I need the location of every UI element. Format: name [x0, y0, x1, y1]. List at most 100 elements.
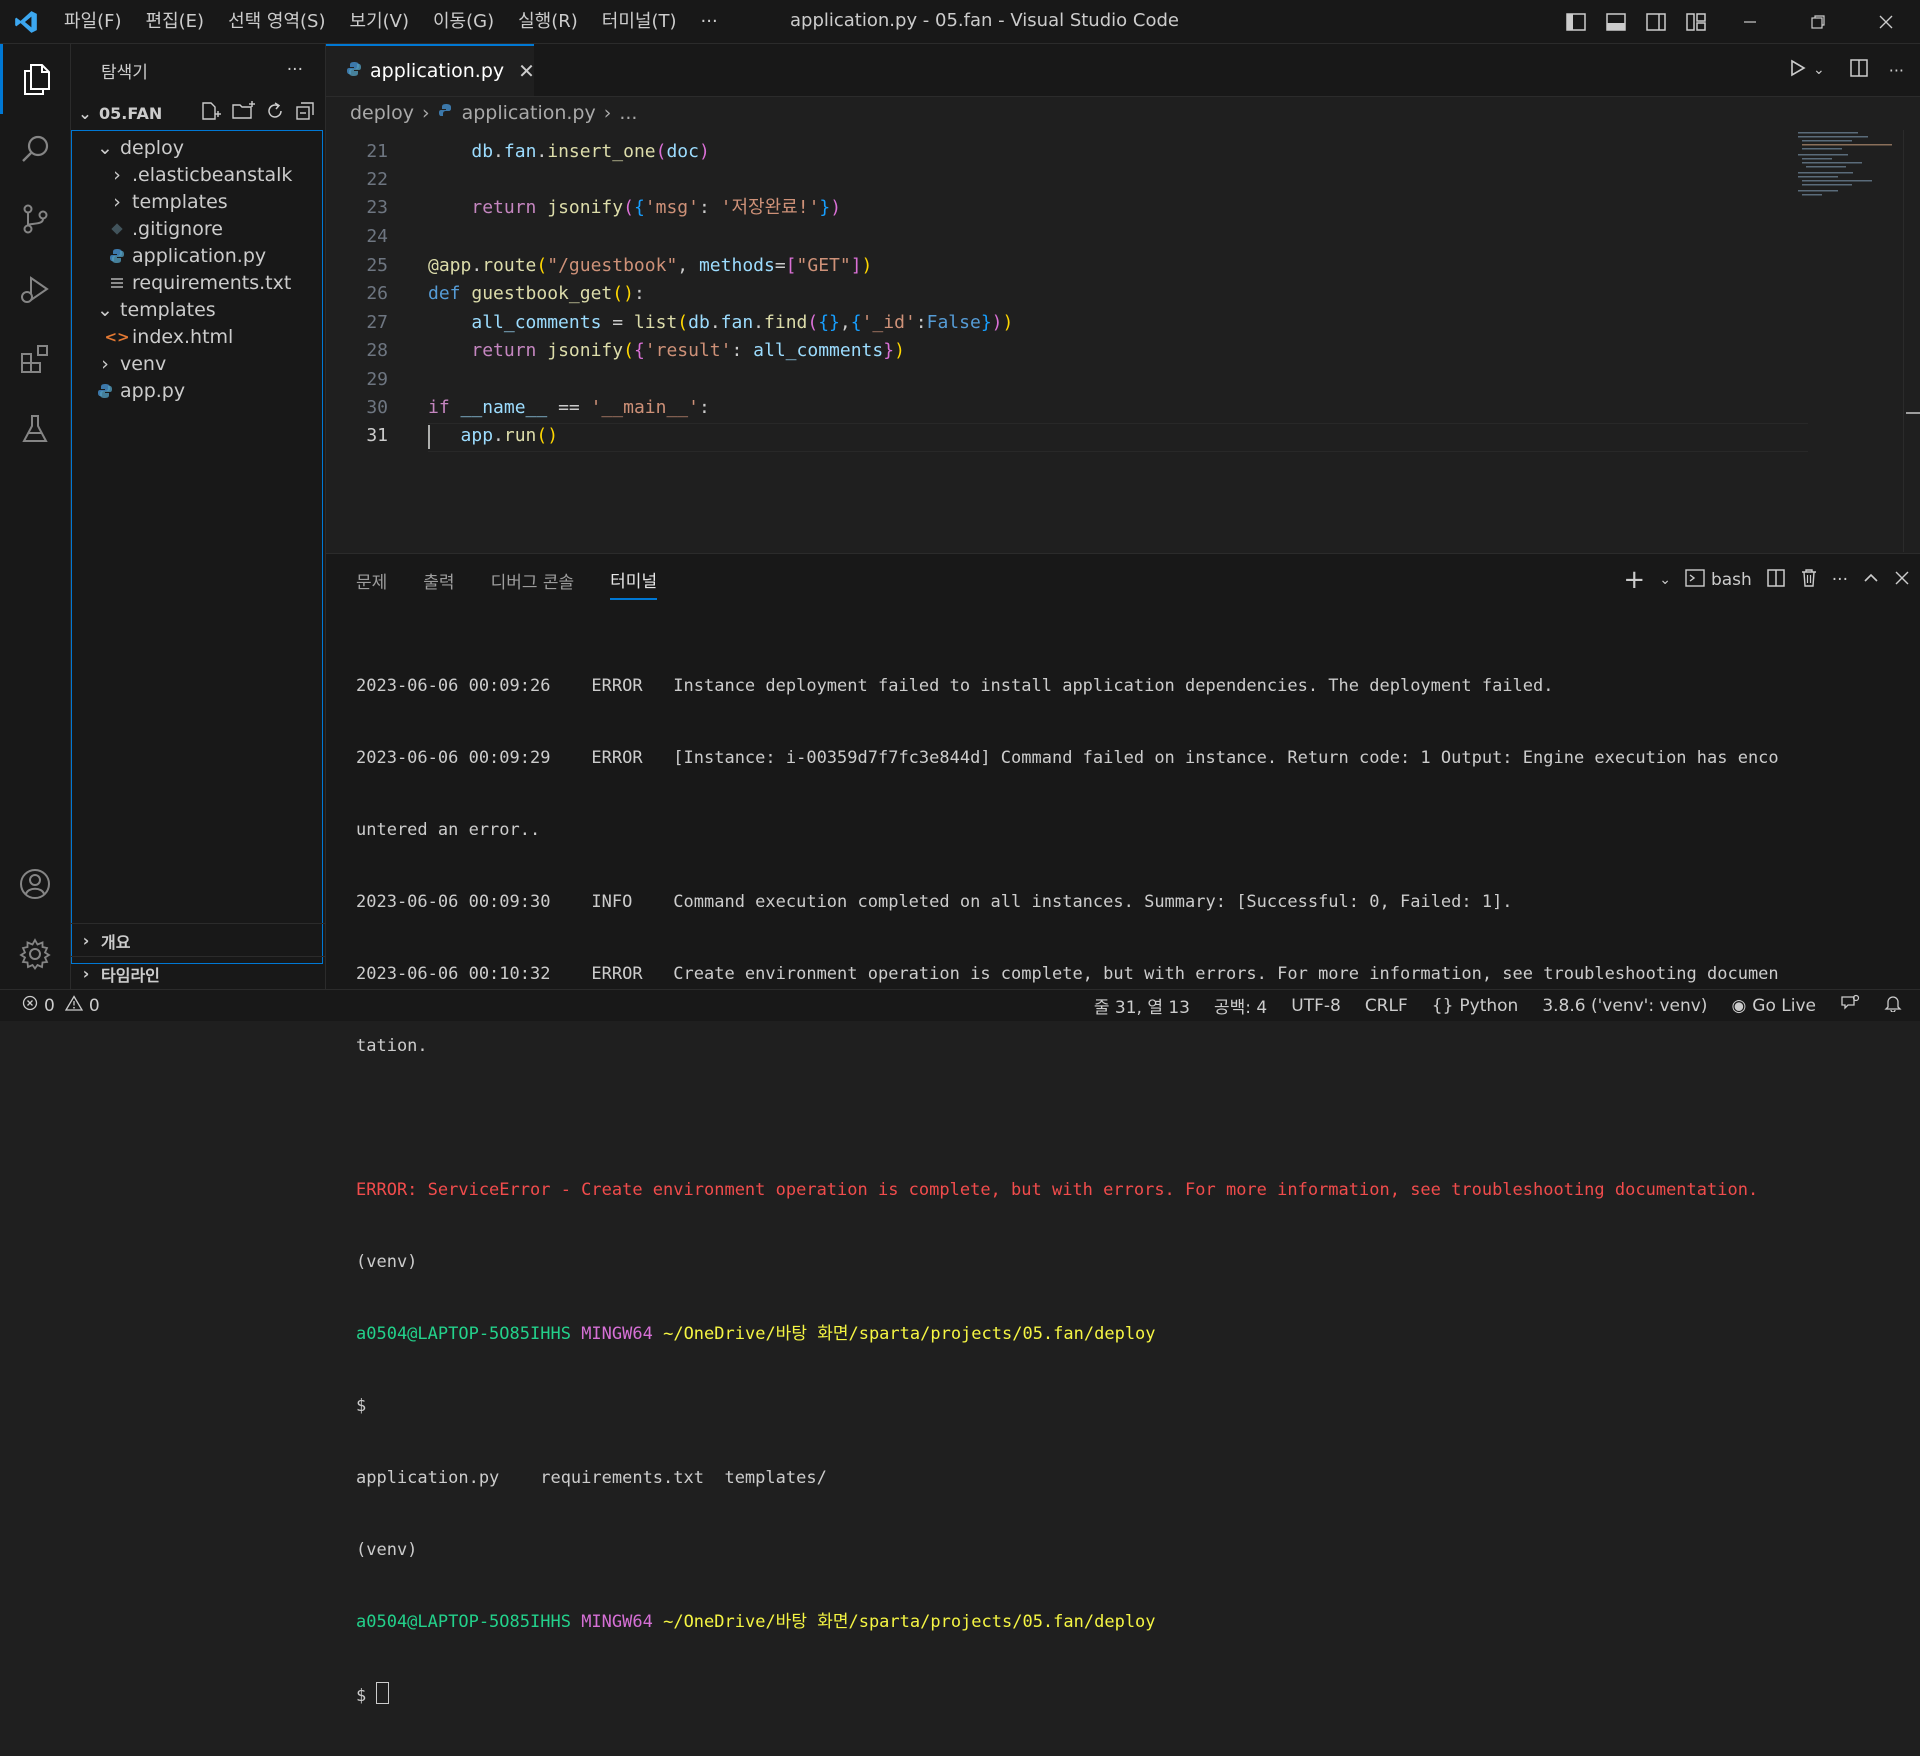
code-editor[interactable]: 21 22 23 24 25 26 27 28 29 30 31 db.fan.… — [326, 130, 1920, 552]
status-bar: 0 0 줄 31, 열 13 공백: 4 UTF-8 CRLF {} Python… — [0, 989, 1920, 1021]
warning-count: 0 — [88, 995, 100, 1016]
menu-terminal[interactable]: 터미널(T) — [590, 0, 689, 43]
chevron-right-icon: › — [421, 102, 430, 124]
code-line: all_comments = list(db.fan.find({},{'_id… — [471, 312, 1014, 333]
close-panel-icon[interactable] — [1894, 570, 1910, 591]
tab-problems[interactable]: 문제 — [356, 562, 387, 599]
menu-view[interactable]: 보기(V) — [338, 0, 421, 43]
tab-application-py[interactable]: application.py ✕ — [326, 44, 535, 96]
more-actions-button[interactable]: ··· — [1832, 570, 1848, 590]
run-debug-icon[interactable] — [0, 254, 70, 324]
chevron-right-icon: › — [603, 102, 612, 124]
outline-section[interactable]: › 개요 — [71, 923, 325, 957]
breadcrumb-file[interactable]: application.py — [462, 102, 596, 124]
workspace-folder-name: 05.FAN — [99, 103, 163, 123]
minimap[interactable] — [1794, 130, 1904, 552]
search-icon[interactable] — [0, 114, 70, 184]
workspace-folder-header[interactable]: ⌄ 05.FAN — [71, 96, 325, 130]
explorer-more-button[interactable]: ··· — [287, 60, 303, 80]
menu-file[interactable]: 파일(F) — [52, 0, 134, 43]
terminal-input-line[interactable]: $ — [356, 1682, 1916, 1708]
tree-item-app-py[interactable]: app.py — [72, 374, 344, 407]
menu-go[interactable]: 이동(G) — [421, 0, 506, 43]
current-line-highlight — [428, 423, 1808, 452]
cursor-position[interactable]: 줄 31, 열 13 — [1094, 993, 1190, 1018]
terminal-prompt: a0504@LAPTOP-5O85IHHS MINGW64 ~/OneDrive… — [356, 1324, 1156, 1344]
collapse-all-icon[interactable] — [295, 101, 315, 125]
toggle-primary-sidebar-icon[interactable] — [1556, 0, 1596, 43]
trash-icon[interactable] — [1800, 568, 1818, 593]
text-file-icon — [106, 276, 128, 290]
code-line: db.fan.insert_one(doc) — [471, 141, 710, 162]
terminal-cursor — [376, 1682, 390, 1704]
split-editor-icon[interactable] — [1837, 58, 1881, 82]
problems-status[interactable]: 0 0 — [0, 995, 100, 1016]
menu-edit[interactable]: 편집(E) — [134, 0, 217, 43]
close-tab-icon[interactable]: ✕ — [518, 59, 535, 83]
python-interpreter[interactable]: 3.8.6 ('venv': venv) — [1542, 996, 1707, 1016]
chevron-down-icon[interactable]: ⌄ — [1659, 572, 1671, 588]
bottom-panel: 문제 출력 디버그 콘솔 터미널 + ⌄ bash ··· 2023-06-06… — [326, 553, 1920, 1706]
indentation[interactable]: 공백: 4 — [1214, 993, 1267, 1018]
new-terminal-icon[interactable]: + — [1623, 567, 1645, 593]
terminal-line: untered an error.. — [356, 820, 541, 840]
tab-output[interactable]: 출력 — [423, 562, 454, 599]
extensions-icon[interactable] — [0, 324, 70, 394]
line-number: 24 — [366, 226, 388, 247]
run-python-file-icon[interactable] — [1783, 58, 1811, 82]
terminal-line: (venv) — [356, 1540, 418, 1560]
tab-debug-console[interactable]: 디버그 콘솔 — [491, 562, 575, 599]
restore-icon[interactable] — [1784, 0, 1852, 43]
toggle-panel-icon[interactable] — [1596, 0, 1636, 43]
new-folder-icon[interactable] — [231, 101, 255, 125]
chevron-right-icon: › — [82, 964, 90, 983]
settings-gear-icon[interactable] — [0, 919, 70, 989]
line-number: 26 — [366, 283, 388, 304]
end-of-line[interactable]: CRLF — [1365, 996, 1408, 1016]
accounts-icon[interactable] — [0, 849, 70, 919]
terminal-error-line: ERROR: ServiceError - Create environment… — [356, 1180, 1759, 1200]
tab-terminal[interactable]: 터미널 — [610, 561, 658, 600]
language-mode[interactable]: {} Python — [1432, 996, 1519, 1016]
menu-run[interactable]: 실행(R) — [506, 0, 590, 43]
line-number: 28 — [366, 340, 388, 361]
code-line: return jsonify({'msg': '저장완료!'}) — [471, 197, 842, 218]
menu-selection[interactable]: 선택 영역(S) — [216, 0, 337, 43]
more-actions-button[interactable]: ··· — [1881, 61, 1920, 80]
terminal-line: 2023-06-06 00:10:32 ERROR Create environ… — [356, 964, 1779, 984]
editor-scrollbar[interactable] — [1903, 130, 1920, 552]
terminal-prompt: a0504@LAPTOP-5O85IHHS MINGW64 ~/OneDrive… — [356, 1612, 1156, 1632]
terminal-output[interactable]: 2023-06-06 00:09:26 ERROR Instance deplo… — [356, 626, 1916, 1756]
refresh-icon[interactable] — [265, 101, 285, 125]
customize-layout-icon[interactable] — [1676, 0, 1716, 43]
line-number: 22 — [366, 169, 388, 190]
new-file-icon[interactable] — [199, 101, 221, 125]
activity-bar — [0, 44, 71, 989]
encoding[interactable]: UTF-8 — [1291, 996, 1341, 1016]
timeline-section[interactable]: › 타임라인 — [71, 956, 325, 990]
chevron-down-icon: ⌄ — [78, 103, 92, 123]
maximize-panel-icon[interactable] — [1862, 569, 1880, 592]
terminal-shell-selector[interactable]: bash — [1685, 568, 1752, 593]
minimize-icon[interactable] — [1716, 0, 1784, 43]
testing-icon[interactable] — [0, 394, 70, 464]
breadcrumb-deploy[interactable]: deploy — [350, 102, 414, 124]
toggle-secondary-sidebar-icon[interactable] — [1636, 0, 1676, 43]
feedback-icon[interactable] — [1840, 994, 1860, 1017]
go-live-button[interactable]: ◉ Go Live — [1731, 996, 1816, 1016]
broadcast-icon: ◉ — [1731, 995, 1747, 1016]
line-number: 27 — [366, 312, 388, 333]
breadcrumb-symbols[interactable]: ... — [619, 102, 637, 124]
title-bar: 파일(F) 편집(E) 선택 영역(S) 보기(V) 이동(G) 실행(R) 터… — [0, 0, 1920, 44]
warning-icon — [64, 995, 83, 1016]
text-cursor — [428, 425, 430, 449]
menu-more[interactable]: ··· — [689, 0, 730, 43]
close-window-icon[interactable] — [1852, 0, 1920, 43]
split-terminal-icon[interactable] — [1766, 568, 1786, 593]
chevron-down-icon: ⌄ — [97, 136, 113, 159]
explorer-icon[interactable] — [0, 44, 70, 114]
line-number: 21 — [366, 141, 388, 162]
chevron-down-icon[interactable]: ⌄ — [1811, 62, 1837, 78]
source-control-icon[interactable] — [0, 184, 70, 254]
notifications-bell-icon[interactable] — [1884, 994, 1902, 1017]
